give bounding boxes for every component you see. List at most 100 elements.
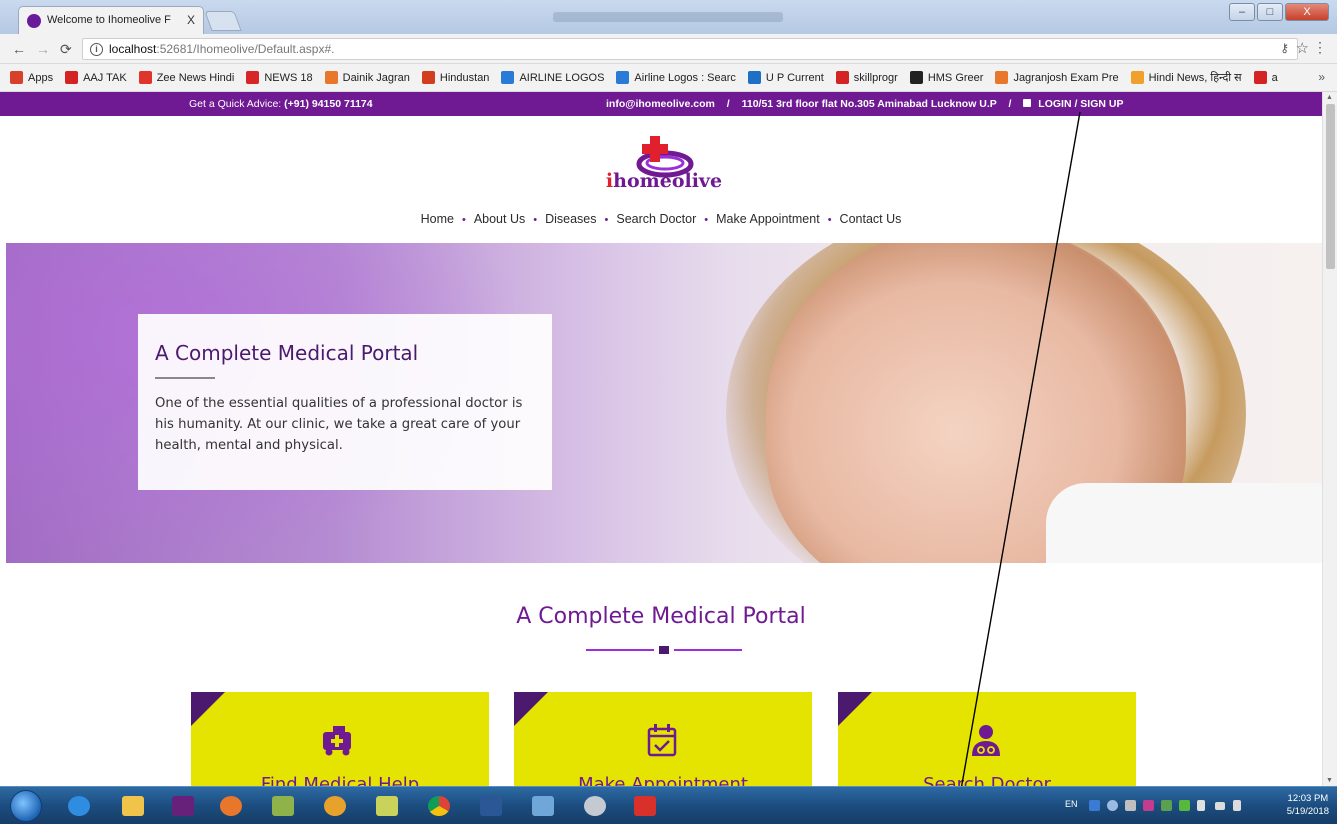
bookmark-label: NEWS 18	[264, 71, 313, 84]
bookmark-item[interactable]: Apps	[10, 71, 53, 84]
bookmark-favicon-icon	[421, 71, 435, 84]
window-controls: – □ X	[1229, 3, 1329, 21]
forward-arrow-icon[interactable]: →	[36, 41, 50, 57]
bookmark-item[interactable]: a	[1253, 71, 1278, 84]
nav-link-contact-us[interactable]: Contact Us	[840, 212, 902, 226]
system-clock[interactable]: 12:03 PM 5/19/2018	[1287, 792, 1329, 818]
card-make-appointment[interactable]: Make Appointment	[514, 692, 812, 786]
card-find-medical-help[interactable]: Find Medical Help	[191, 692, 489, 786]
bookmark-label: AIRLINE LOGOS	[519, 71, 605, 84]
bookmark-item[interactable]: Jagranjosh Exam Pre	[995, 71, 1119, 84]
signal-icon[interactable]	[1215, 802, 1225, 810]
minimize-button[interactable]: –	[1229, 3, 1255, 21]
top-contact-strip: Get a Quick Advice: (+91) 94150 71174 in…	[0, 92, 1322, 116]
taskbar-paint-icon[interactable]	[574, 791, 616, 821]
ambulance-icon	[323, 726, 351, 756]
bookmark-label: Apps	[28, 71, 54, 84]
info-icon[interactable]: i	[90, 43, 103, 56]
doctor-coat-image	[1046, 483, 1322, 563]
bookmark-favicon-icon	[1253, 71, 1267, 84]
browser-tab[interactable]: Welcome to Ihomeolive F X	[18, 6, 204, 34]
scroll-up-icon[interactable]: ▲	[1326, 94, 1333, 101]
reload-icon[interactable]: ⟳	[60, 41, 72, 58]
clock-date: 5/19/2018	[1286, 806, 1329, 817]
bookmark-label: Dainik Jagran	[342, 71, 410, 84]
bookmark-favicon-icon	[324, 71, 338, 84]
bookmark-item[interactable]: U P Current	[747, 71, 824, 84]
taskbar-visualstudio-icon[interactable]	[162, 791, 204, 821]
maximize-button[interactable]: □	[1257, 3, 1283, 21]
quick-advice: Get a Quick Advice: (+91) 94150 71174	[189, 98, 373, 110]
tray-app-icon[interactable]	[1089, 800, 1100, 811]
taskbar-snip-icon[interactable]	[366, 791, 408, 821]
tray-network-icon[interactable]	[1107, 800, 1118, 811]
bookmark-star-icon[interactable]: ☆	[1296, 39, 1309, 57]
bookmark-item[interactable]: skillprogr	[835, 71, 898, 84]
taskbar-ie-icon[interactable]	[58, 791, 100, 821]
address-text: 110/51 3rd floor flat No.305 Aminabad Lu…	[741, 98, 997, 110]
volume-icon[interactable]	[1233, 800, 1241, 811]
key-icon[interactable]: ⚷	[1280, 41, 1289, 55]
login-signup-link[interactable]: LOGIN / SIGN UP	[1038, 98, 1123, 110]
scrollbar-thumb[interactable]	[1326, 104, 1335, 269]
language-indicator[interactable]: EN	[1065, 799, 1078, 809]
url-host: localhost	[109, 42, 157, 56]
bookmark-item[interactable]: AIRLINE LOGOS	[501, 71, 604, 84]
tray-update-icon[interactable]	[1179, 800, 1190, 811]
new-tab-button[interactable]	[204, 11, 242, 31]
browser-menu-icon[interactable]: ⋮	[1313, 39, 1327, 56]
back-arrow-icon[interactable]: ←	[12, 41, 26, 57]
bookmark-item[interactable]: Hindi News, हिन्दी स	[1130, 70, 1242, 85]
taskbar-explorer-icon[interactable]	[112, 791, 154, 821]
nav-link-about-us[interactable]: About Us	[474, 212, 525, 226]
taskbar-media-icon[interactable]	[210, 791, 252, 821]
nav-separator: •	[461, 214, 466, 226]
clock-time: 12:03 PM	[1287, 793, 1329, 804]
scroll-down-icon[interactable]: ▼	[1326, 777, 1333, 784]
more-bookmarks-icon[interactable]: »	[1318, 70, 1325, 84]
bookmark-item[interactable]: HMS Greer	[909, 71, 983, 84]
section-divider	[586, 646, 742, 654]
bookmark-item[interactable]: AAJ TAK	[65, 71, 127, 84]
tray-tool-icon[interactable]	[1143, 800, 1154, 811]
bookmark-item[interactable]: Hindustan	[421, 71, 489, 84]
card-corner	[191, 692, 225, 726]
bookmark-label: a	[1271, 71, 1278, 84]
close-window-button[interactable]: X	[1285, 3, 1329, 21]
bookmark-item[interactable]: Airline Logos : Searc	[616, 71, 736, 84]
site-logo-text[interactable]: ihomeolive	[604, 170, 724, 192]
bookmark-label: Zee News Hindi	[156, 71, 235, 84]
separator: /	[726, 98, 730, 110]
tray-sync-icon[interactable]	[1125, 800, 1136, 811]
taskbar-app-icon[interactable]	[522, 791, 564, 821]
screen: Welcome to Ihomeolive F X – □ X ← → ⟳ i …	[0, 0, 1337, 824]
taskbar-tool-icon[interactable]	[314, 791, 356, 821]
hero-title: A Complete Medical Portal	[155, 341, 419, 365]
card-search-doctor[interactable]: Search Doctor	[838, 692, 1136, 786]
taskbar-notepad-icon[interactable]	[262, 791, 304, 821]
page-scrollbar[interactable]: ▲ ▼	[1322, 92, 1337, 786]
nav-separator: •	[533, 214, 538, 226]
bookmark-favicon-icon	[616, 71, 630, 84]
nav-separator: •	[604, 214, 609, 226]
bookmark-item[interactable]: Dainik Jagran	[324, 71, 410, 84]
advice-phone[interactable]: (+91) 94150 71174	[284, 98, 372, 110]
taskbar-project-icon[interactable]	[624, 791, 666, 821]
nav-link-search-doctor[interactable]: Search Doctor	[616, 212, 696, 226]
flag-icon[interactable]	[1197, 800, 1205, 811]
nav-link-home[interactable]: Home	[421, 212, 454, 226]
tray-security-icon[interactable]	[1161, 800, 1172, 811]
bookmark-item[interactable]: NEWS 18	[246, 71, 313, 84]
bookmark-item[interactable]: Zee News Hindi	[138, 71, 235, 84]
taskbar-chrome-icon[interactable]	[418, 791, 460, 821]
nav-link-make-appointment[interactable]: Make Appointment	[716, 212, 820, 226]
tab-close-icon[interactable]: X	[187, 13, 195, 27]
start-button[interactable]	[10, 790, 42, 822]
windows-taskbar: EN 12:03 PM 5/19/2018	[0, 786, 1337, 824]
url-input[interactable]: i localhost:52681/Ihomeolive/Default.asp…	[82, 38, 1298, 60]
separator: /	[1008, 98, 1012, 110]
nav-link-diseases[interactable]: Diseases	[545, 212, 596, 226]
hero-card: A Complete Medical Portal One of the ess…	[138, 314, 552, 490]
taskbar-word-icon[interactable]	[470, 791, 512, 821]
email-link[interactable]: info@ihomeolive.com	[606, 98, 715, 110]
